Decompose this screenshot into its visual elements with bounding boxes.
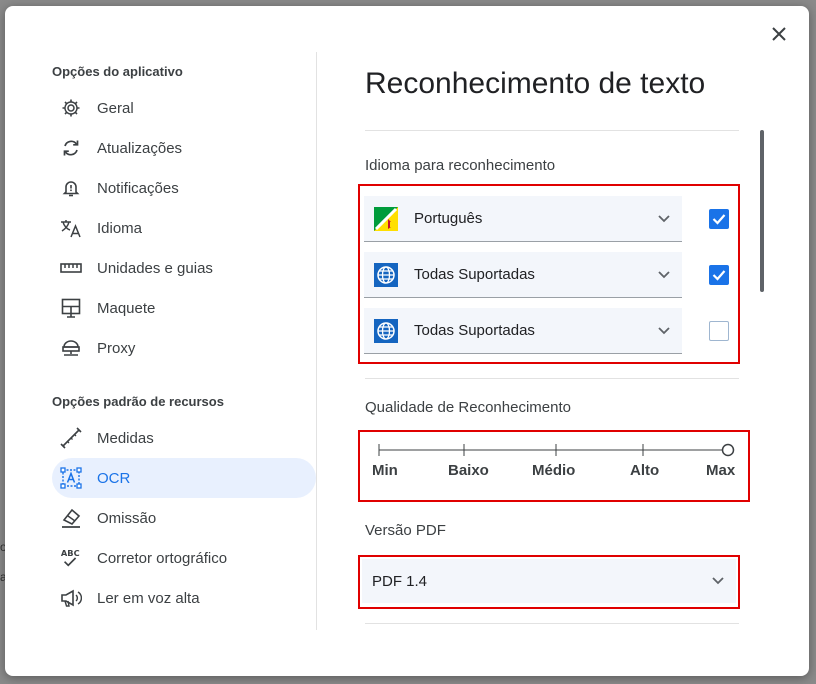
scrollbar[interactable] <box>760 130 764 292</box>
chevron-down-icon <box>708 577 728 585</box>
bell-alert-icon <box>60 177 82 199</box>
sidebar-item-omissao[interactable]: Omissão <box>52 498 316 538</box>
sidebar-item-label: Omissão <box>97 509 157 527</box>
quality-section-label: Qualidade de Reconhecimento <box>365 399 571 416</box>
close-button[interactable] <box>765 20 793 48</box>
sidebar-item-label: Corretor ortográfico <box>97 549 228 567</box>
sidebar-item-unidades-e-guias[interactable]: Unidades e guias <box>52 248 316 288</box>
sidebar-item-label: Maquete <box>97 299 156 317</box>
sync-icon <box>60 137 82 159</box>
sidebar-item-label: Idioma <box>97 219 143 237</box>
language-checkbox[interactable] <box>709 209 729 229</box>
layout-icon <box>60 297 82 319</box>
eraser-icon <box>60 507 82 529</box>
language-select[interactable]: Português <box>364 196 682 242</box>
slider-thumb[interactable] <box>721 443 735 457</box>
sidebar-item-maquete[interactable]: Maquete <box>52 288 316 328</box>
sidebar-item-label: Atualizações <box>97 139 183 157</box>
quality-slider[interactable] <box>360 432 748 462</box>
brazil-flag-icon <box>374 206 398 231</box>
sidebar-divider <box>316 52 317 630</box>
network-icon <box>60 337 82 359</box>
measure-icon <box>60 427 82 449</box>
slider-label-medio: Médio <box>532 462 576 479</box>
close-icon <box>772 27 786 41</box>
slider-label-alto: Alto <box>630 462 660 479</box>
language-row: Português <box>360 190 738 246</box>
sidebar-item-medidas[interactable]: Medidas <box>52 418 316 458</box>
sidebar-item-label: Unidades e guias <box>97 259 213 277</box>
language-section-label: Idioma para reconhecimento <box>365 157 556 174</box>
sidebar-item-label: Notificações <box>97 179 179 197</box>
chevron-down-icon <box>654 214 674 223</box>
globe-icon <box>374 318 398 343</box>
quality-slider-group: Min Baixo Médio Alto Max <box>358 430 750 502</box>
settings-dialog: Opções do aplicativo Geral Atualizações … <box>5 6 809 676</box>
checkmark-icon <box>712 270 726 281</box>
checkmark-icon <box>712 214 726 225</box>
ocr-icon <box>60 467 82 489</box>
language-row: Todas Suportadas <box>360 246 738 302</box>
sidebar-item-geral[interactable]: Geral <box>52 88 316 128</box>
page-title: Reconhecimento de texto <box>365 67 706 100</box>
section-divider <box>365 378 739 379</box>
language-row: Todas Suportadas <box>360 302 738 358</box>
language-checkbox[interactable] <box>709 265 729 285</box>
sidebar-item-atualizacoes[interactable]: Atualizações <box>52 128 316 168</box>
language-rows-group: Português Todas Suportadas Todas Suporta… <box>358 184 740 364</box>
sidebar-item-label: OCR <box>97 469 131 487</box>
gear-icon <box>60 97 82 119</box>
language-select-value: Todas Suportadas <box>414 322 535 339</box>
language-select[interactable]: Todas Suportadas <box>364 252 682 298</box>
sidebar-item-label: Geral <box>97 99 134 117</box>
ruler-icon <box>60 257 82 279</box>
chevron-down-icon <box>654 326 674 335</box>
sidebar-item-corretor-ortografico[interactable]: ABC Corretor ortográfico <box>52 538 316 578</box>
sidebar-item-ler-em-voz-alta[interactable]: Ler em voz alta <box>52 578 316 618</box>
sidebar-item-label: Ler em voz alta <box>97 589 200 607</box>
pdf-version-value: PDF 1.4 <box>372 572 428 590</box>
slider-label-min: Min <box>372 462 398 479</box>
sidebar-item-label: Proxy <box>97 339 136 357</box>
pdf-version-select[interactable]: PDF 1.4 <box>362 559 736 603</box>
translate-icon <box>60 217 82 239</box>
pdf-section-label: Versão PDF <box>365 522 446 539</box>
language-select[interactable]: Todas Suportadas <box>364 308 682 354</box>
sidebar-item-label: Medidas <box>97 429 154 447</box>
language-checkbox[interactable] <box>709 321 729 341</box>
resource-options-title: Opções padrão de recursos <box>52 394 224 409</box>
section-divider <box>365 623 739 624</box>
megaphone-icon <box>60 587 82 609</box>
chevron-down-icon <box>654 270 674 279</box>
svg-text:ABC: ABC <box>61 548 80 558</box>
title-divider <box>365 130 739 131</box>
sidebar: Opções do aplicativo Geral Atualizações … <box>52 54 316 618</box>
main-panel: Reconhecimento de texto Idioma para reco… <box>358 54 750 624</box>
sidebar-item-idioma[interactable]: Idioma <box>52 208 316 248</box>
app-options-title: Opções do aplicativo <box>52 64 183 79</box>
slider-label-max: Max <box>706 462 736 479</box>
language-select-value: Português <box>414 210 483 227</box>
globe-icon <box>374 262 398 287</box>
language-select-value: Todas Suportadas <box>414 266 535 283</box>
sidebar-item-proxy[interactable]: Proxy <box>52 328 316 368</box>
sidebar-item-notificacoes[interactable]: Notificações <box>52 168 316 208</box>
pdf-select-group: PDF 1.4 <box>358 555 740 609</box>
sidebar-item-ocr[interactable]: OCR <box>52 458 316 498</box>
slider-label-baixo: Baixo <box>448 462 489 479</box>
spellcheck-icon: ABC <box>60 547 82 569</box>
